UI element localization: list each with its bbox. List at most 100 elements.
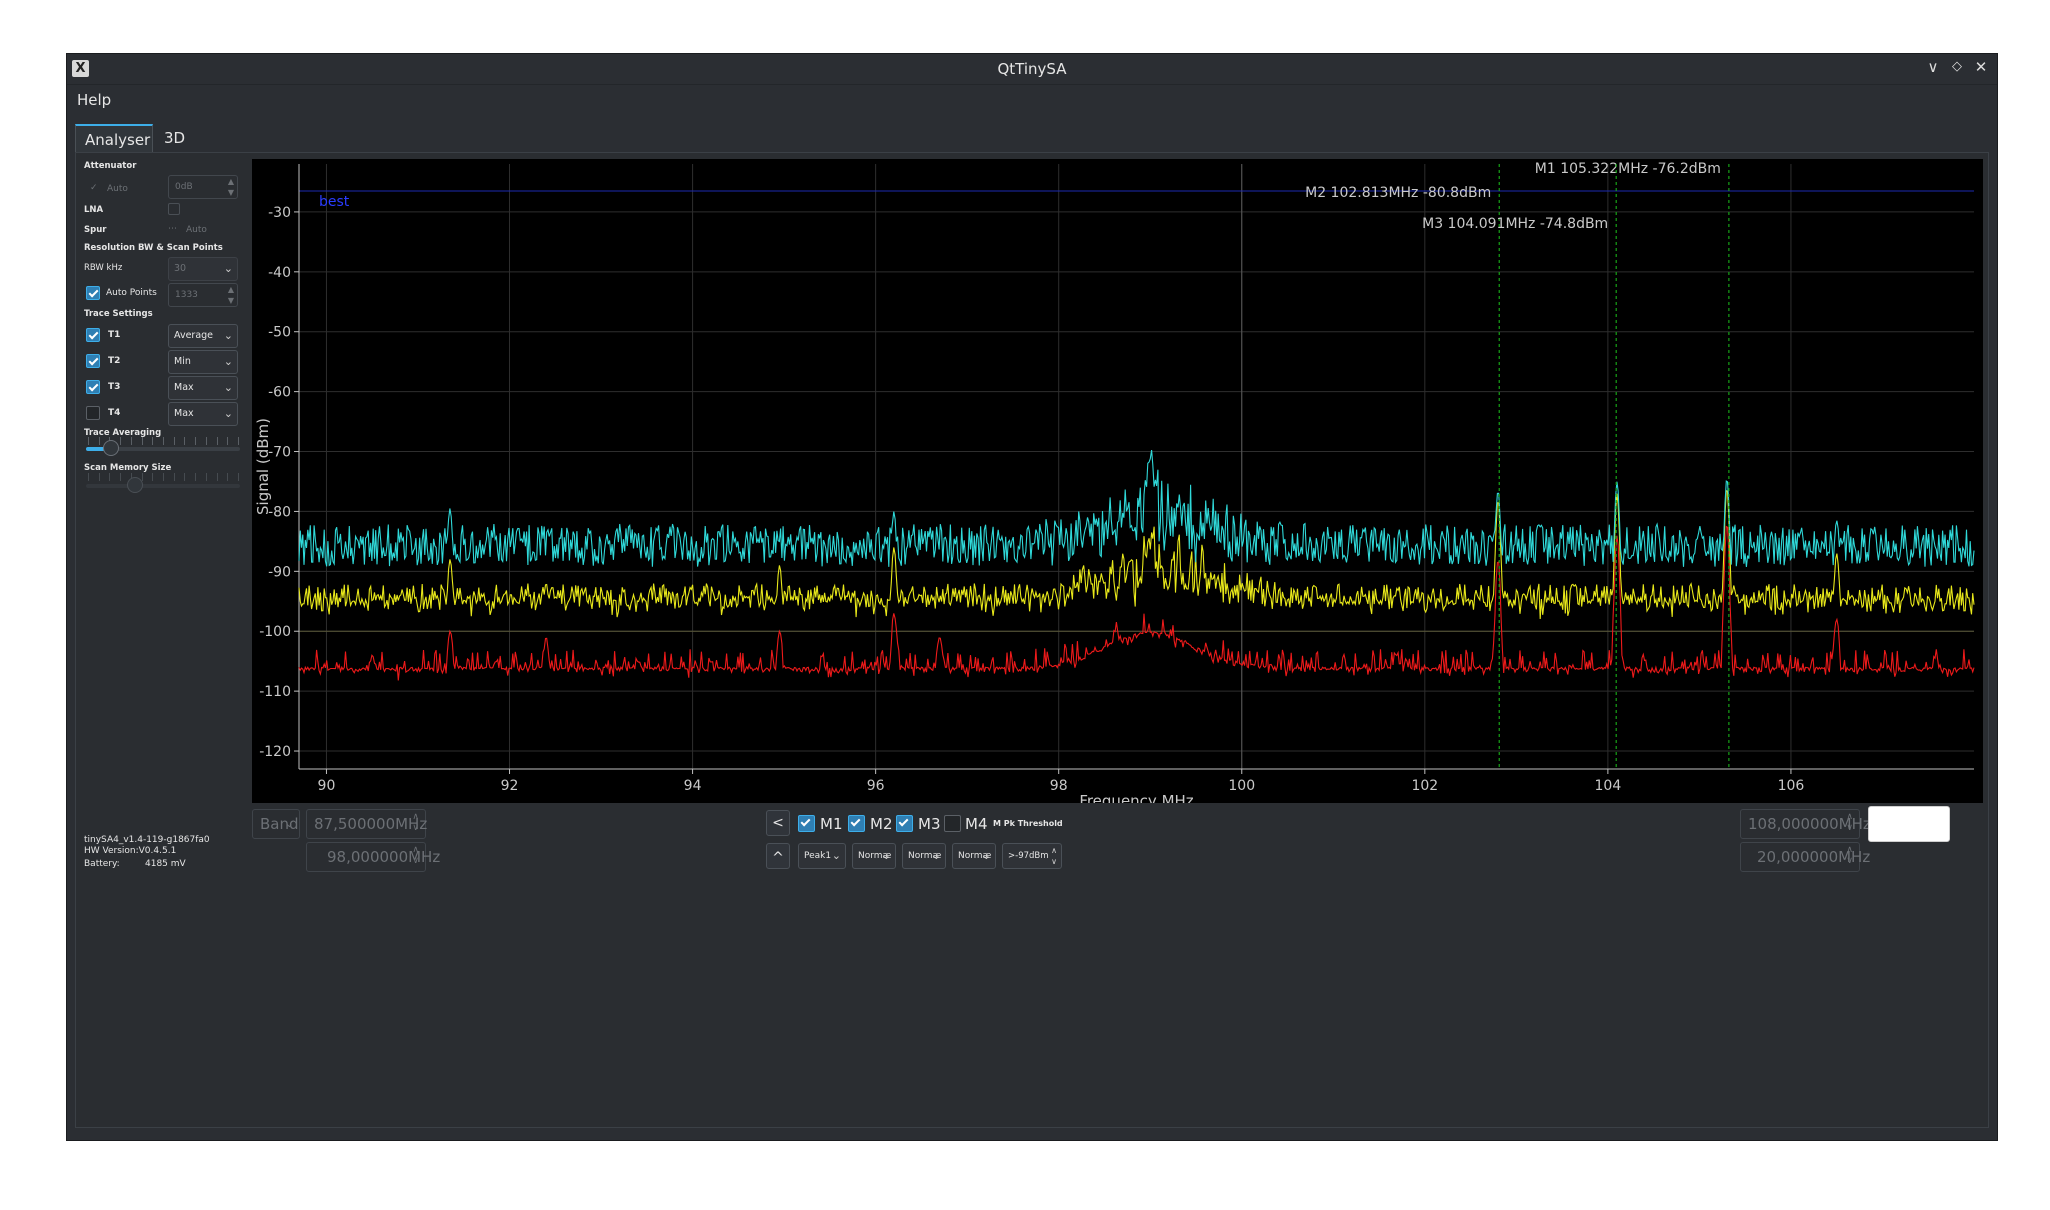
- chevron-down-icon: ⌄: [931, 849, 941, 862]
- slider-tick: [163, 473, 164, 481]
- trace-t4-mode[interactable]: Max ⌄: [168, 402, 238, 426]
- marker-m1-checkbox[interactable]: [798, 815, 815, 832]
- span-frequency-spinbox[interactable]: 20,000000MHz ∧ ∨: [1740, 842, 1870, 872]
- slider-tick: [195, 437, 197, 445]
- x-tick-label: 98: [1050, 778, 1068, 794]
- trace-averaging-handle[interactable]: [102, 440, 119, 456]
- slider-tick: [98, 473, 100, 481]
- attenuator-spinbox[interactable]: 0dB ▲ ▼: [168, 175, 238, 199]
- trace-t2-mode[interactable]: Min ⌄: [168, 350, 238, 374]
- trace-t2-mode-value: Min: [174, 356, 191, 367]
- maximize-icon[interactable]: ◇: [1947, 59, 1967, 74]
- x-tick-label: 94: [684, 778, 702, 794]
- marker-m4-mode[interactable]: Normæ ⌄: [952, 843, 996, 869]
- trace-t2-checkbox[interactable]: [86, 354, 100, 368]
- marker-threshold-spinbox[interactable]: >-97dBm ∧ ∨: [1002, 843, 1062, 869]
- points-spinbox[interactable]: 1333 ▲ ▼: [168, 283, 238, 307]
- y-axis-label: Signal (dBm): [254, 418, 272, 515]
- slider-tick: [195, 473, 197, 481]
- auto-points-checkbox[interactable]: [86, 286, 100, 300]
- marker-m2-checkbox[interactable]: [848, 815, 865, 832]
- slider-tick: [163, 437, 164, 445]
- center-frequency-value: 98,000000MHz: [327, 848, 441, 866]
- x-tick-label: 106: [1778, 778, 1805, 794]
- slider-tick: [173, 437, 175, 445]
- y-tick-label: -100: [259, 624, 291, 640]
- scan-memory-label: Scan Memory Size: [84, 463, 172, 473]
- marker-m1-mode-value: Peak1: [804, 851, 832, 861]
- control-bar: Band ⌄ 87,500000MHz ∧ ∨ 98,000000MHz ∧ ∨ < ^ …: [76, 803, 1988, 923]
- rbw-value: 30: [174, 263, 187, 274]
- tab-3d-spectrum[interactable]: 3D Spectrum: [155, 124, 265, 175]
- y-tick-label: -40: [268, 265, 291, 281]
- spectrum-plot[interactable]: best-30-40-50-60-70-80-90-100-110-12090 9…: [252, 159, 1983, 803]
- x-tick-label: 90: [318, 778, 336, 794]
- x-tick-label: 102: [1411, 778, 1438, 794]
- tab-analyser[interactable]: Analyser: [75, 124, 153, 152]
- chevron-down-icon: ⌄: [223, 329, 233, 342]
- start-frequency-spinbox[interactable]: 87,500000MHz ∧ ∨: [306, 809, 428, 839]
- x-axis-label: Frequency MHz: [1079, 792, 1193, 803]
- slider-tick: [152, 473, 154, 481]
- marker-m4-checkbox[interactable]: [944, 815, 961, 832]
- marker-m3-checkbox[interactable]: [896, 815, 913, 832]
- band-combo[interactable]: Band ⌄: [252, 809, 300, 839]
- slider-tick: [88, 473, 89, 481]
- slider-tick: [216, 473, 218, 481]
- scan-memory-ticks: [88, 473, 239, 481]
- marker-m3-label: M3: [918, 815, 941, 833]
- menu-bar: Help: [67, 85, 1997, 117]
- trace-t1-mode-value: Average: [174, 330, 214, 341]
- marker-up-button[interactable]: ^: [766, 843, 790, 869]
- auto-points-label: Auto Points: [106, 288, 157, 298]
- slider-tick: [205, 437, 207, 445]
- lna-label: LNA: [84, 205, 104, 215]
- x-tick-label: 104: [1595, 778, 1622, 794]
- y-tick-label: -30: [268, 205, 291, 221]
- trace-t1-checkbox[interactable]: [86, 328, 100, 342]
- slider-tick: [109, 473, 111, 481]
- y-tick-label: -50: [268, 325, 291, 341]
- marker-m1-mode[interactable]: Peak1 ⌄: [798, 843, 846, 869]
- menu-help[interactable]: Help: [77, 91, 111, 109]
- slider-tick: [184, 437, 186, 445]
- attenuator-value: 0dB: [175, 182, 193, 192]
- spin-arrows-icon: ∧ ∨: [412, 812, 419, 833]
- status-bar: [67, 1120, 1997, 1140]
- close-icon[interactable]: ✕: [1971, 58, 1991, 76]
- slider-tick: [120, 437, 122, 445]
- marker-m2-mode[interactable]: Normæ ⌄: [852, 843, 896, 869]
- spur-label: Spur: [84, 225, 107, 235]
- scan-memory-slider[interactable]: [86, 477, 240, 493]
- chevron-down-icon: ⌄: [284, 817, 294, 830]
- center-frequency-spinbox[interactable]: 98,000000MHz ∧ ∨: [306, 842, 440, 872]
- y-tick-label: -90: [268, 564, 291, 580]
- stop-frequency-spinbox[interactable]: 108,000000MHz ∧ ∨: [1740, 809, 1871, 839]
- attenuator-auto-label: Auto: [107, 184, 128, 194]
- start-frequency-value: 87,500000MHz: [314, 815, 428, 833]
- slider-tick: [238, 473, 239, 481]
- run-button[interactable]: [1868, 806, 1950, 842]
- trace-t3-checkbox[interactable]: [86, 380, 100, 394]
- marker-m2-label: M2: [870, 815, 893, 833]
- spur-dots-icon[interactable]: ⋯: [168, 224, 177, 234]
- attenuator-check-icon[interactable]: ✓: [90, 183, 98, 193]
- marker-left-button[interactable]: <: [766, 810, 790, 836]
- sidebar: Attenuator ✓ Auto 0dB ▲ ▼ LNA Spur ⋯ Auto …: [76, 153, 251, 1127]
- scan-memory-handle[interactable]: [127, 477, 144, 493]
- marker-m4-label: M4: [965, 815, 988, 833]
- trace-averaging-slider[interactable]: [86, 440, 240, 456]
- slider-tick: [98, 437, 100, 445]
- lna-checkbox[interactable]: [168, 203, 180, 215]
- rbw-combo[interactable]: 30 ⌄: [168, 257, 238, 281]
- minimize-icon[interactable]: ∨: [1923, 58, 1943, 76]
- trace-t4-checkbox[interactable]: [86, 406, 100, 420]
- marker-m3-mode[interactable]: Normæ ⌄: [902, 843, 946, 869]
- spin-arrows-icon: ∧ ∨: [1846, 812, 1853, 833]
- trace-t3-mode[interactable]: Max ⌄: [168, 376, 238, 400]
- slider-tick: [173, 473, 175, 481]
- trace-t1-mode[interactable]: Average ⌄: [168, 324, 238, 348]
- spur-auto-label: Auto: [186, 225, 207, 235]
- y-tick-label: -110: [259, 684, 291, 700]
- chevron-up-icon: ^: [772, 850, 784, 866]
